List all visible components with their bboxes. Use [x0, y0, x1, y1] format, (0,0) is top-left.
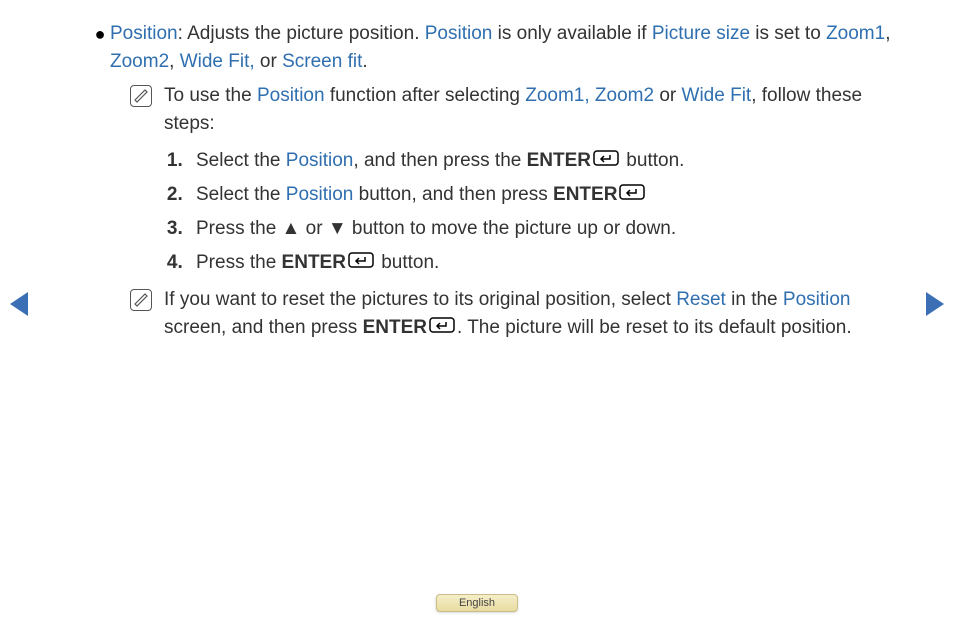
term-picture-size: Picture size: [652, 23, 750, 44]
note-text: To use the Position function after selec…: [164, 82, 894, 138]
bullet-item: ● Position: Adjusts the picture position…: [90, 20, 894, 76]
note-block: To use the Position function after selec…: [130, 82, 894, 138]
term-zoom1: Zoom1: [826, 23, 885, 44]
enter-icon: [619, 178, 645, 212]
enter-label: ENTER: [553, 184, 617, 205]
enter-label: ENTER: [282, 252, 346, 273]
step-1: Select the Position, and then press the …: [188, 144, 894, 178]
note-block: If you want to reset the pictures to its…: [130, 286, 894, 342]
step-4: Press the ENTER button.: [188, 246, 894, 280]
term-zoom12: Zoom1, Zoom2: [525, 85, 654, 106]
note-icon: [130, 85, 152, 107]
term-screen-fit: Screen fit: [282, 51, 362, 72]
steps-list: Select the Position, and then press the …: [160, 144, 894, 280]
term-reset: Reset: [676, 289, 726, 310]
down-arrow-icon: ▼: [328, 212, 347, 246]
bullet-text: Position: Adjusts the picture position. …: [110, 20, 894, 76]
step-2: Select the Position button, and then pre…: [188, 178, 894, 212]
term-position: Position: [286, 184, 354, 205]
enter-icon: [593, 144, 619, 178]
prev-page-arrow[interactable]: [10, 292, 28, 316]
term-position: Position: [783, 289, 851, 310]
language-button[interactable]: English: [436, 594, 518, 612]
enter-label: ENTER: [527, 150, 591, 171]
page-content: ● Position: Adjusts the picture position…: [90, 20, 894, 348]
term-position: Position: [425, 23, 493, 44]
enter-icon: [429, 314, 455, 342]
term-position: Position: [110, 23, 178, 44]
bullet-marker: ●: [90, 20, 110, 48]
enter-label: ENTER: [363, 317, 427, 338]
enter-icon: [348, 246, 374, 280]
note-text: If you want to reset the pictures to its…: [164, 286, 894, 342]
term-position: Position: [257, 85, 325, 106]
up-arrow-icon: ▲: [282, 212, 301, 246]
step-3: Press the ▲ or ▼ button to move the pict…: [188, 212, 894, 246]
term-wide-fit: Wide Fit,: [180, 51, 255, 72]
term-zoom2: Zoom2: [110, 51, 169, 72]
term-wide-fit: Wide Fit: [682, 85, 752, 106]
next-page-arrow[interactable]: [926, 292, 944, 316]
term-position: Position: [286, 150, 354, 171]
note-icon: [130, 289, 152, 311]
